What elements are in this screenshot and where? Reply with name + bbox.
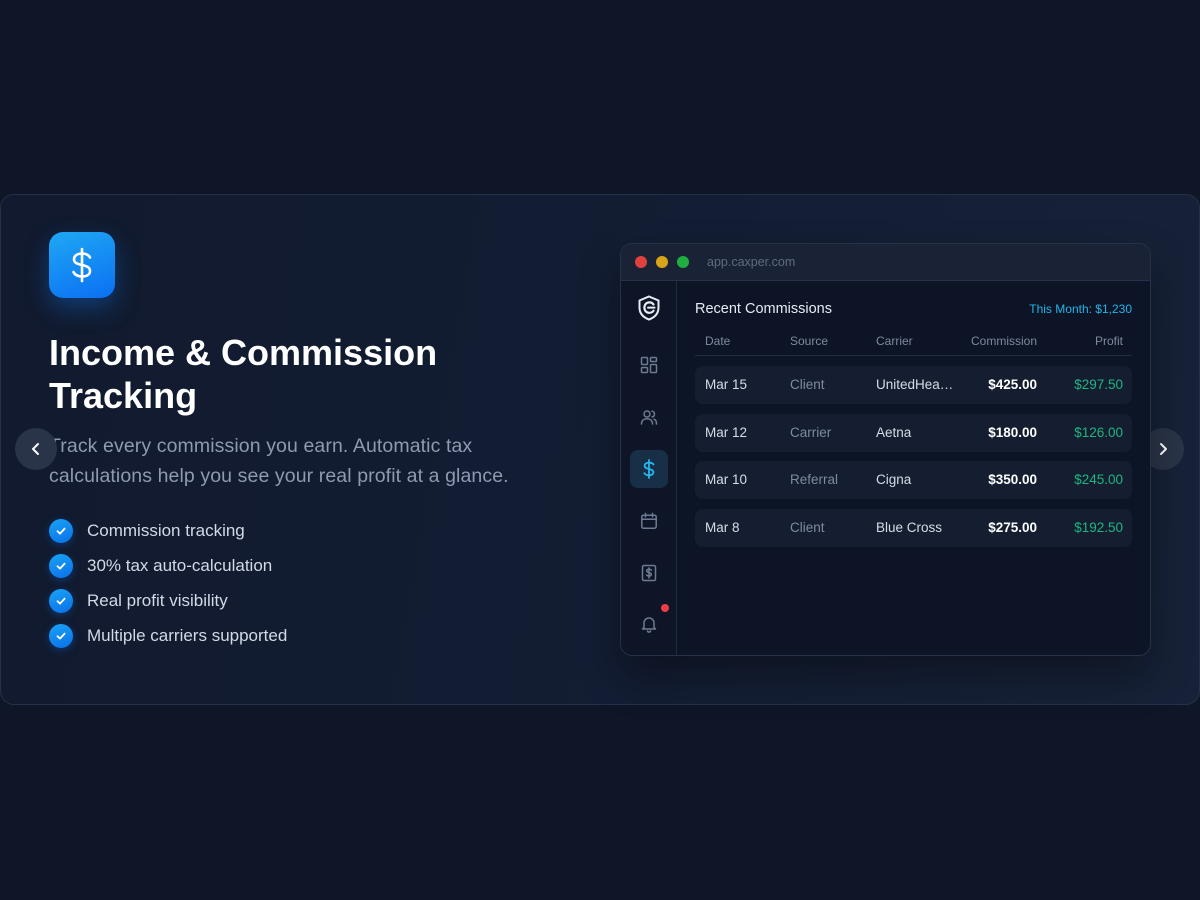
cell-date: Mar 10 bbox=[705, 472, 748, 487]
cell-source: Carrier bbox=[790, 425, 832, 440]
column-header-profit[interactable]: Profit bbox=[1095, 334, 1123, 348]
feature-item: Real profit visibility bbox=[49, 583, 287, 618]
check-icon bbox=[49, 588, 73, 613]
cell-profit: $297.50 bbox=[1074, 377, 1123, 392]
browser-mockup: app.caxper.com Recent Commissions This M… bbox=[620, 243, 1151, 656]
table-row[interactable]: Mar 12 Carrier Aetna $180.00 $126.00 bbox=[695, 414, 1132, 452]
feature-item: Commission tracking bbox=[49, 513, 287, 548]
window-maximize-dot[interactable] bbox=[677, 256, 689, 268]
users-icon[interactable] bbox=[630, 398, 668, 436]
logo-icon[interactable] bbox=[630, 289, 668, 327]
notification-badge bbox=[661, 604, 669, 612]
check-icon bbox=[49, 553, 73, 578]
check-icon bbox=[49, 623, 73, 648]
feature-item-label: Multiple carriers supported bbox=[87, 625, 288, 645]
column-header-date[interactable]: Date bbox=[705, 334, 730, 348]
feature-title: Income & Commission Tracking bbox=[49, 332, 438, 416]
feature-list: Commission tracking 30% tax auto-calcula… bbox=[49, 513, 287, 653]
cell-date: Mar 15 bbox=[705, 377, 748, 392]
cell-carrier: Blue Cross bbox=[876, 520, 943, 535]
cell-source: Referral bbox=[790, 472, 839, 487]
dashboard-icon[interactable] bbox=[630, 346, 668, 384]
receipt-icon[interactable] bbox=[630, 554, 668, 592]
panel-header: Recent Commissions This Month: $1,230 bbox=[695, 301, 1132, 317]
feature-item-label: Commission tracking bbox=[87, 520, 245, 540]
feature-description: Track every commission you earn. Automat… bbox=[49, 435, 509, 487]
cell-carrier: Cigna bbox=[876, 472, 912, 487]
cell-profit: $192.50 bbox=[1074, 520, 1123, 535]
check-icon bbox=[49, 518, 73, 543]
feature-item-label: Real profit visibility bbox=[87, 590, 228, 610]
cell-commission: $275.00 bbox=[988, 520, 1037, 535]
table-row[interactable]: Mar 15 Client UnitedHealthcare $425.00 $… bbox=[695, 366, 1132, 404]
panel-title: Recent Commissions bbox=[695, 301, 832, 317]
carousel-prev-button[interactable] bbox=[15, 428, 57, 470]
commissions-panel: Recent Commissions This Month: $1,230 Da… bbox=[677, 281, 1150, 655]
table-row[interactable]: Mar 10 Referral Cigna $350.00 $245.00 bbox=[695, 461, 1132, 499]
cell-source: Client bbox=[790, 377, 825, 392]
cell-commission: $180.00 bbox=[988, 425, 1037, 440]
cell-carrier: Aetna bbox=[876, 425, 912, 440]
calendar-icon[interactable] bbox=[630, 502, 668, 540]
chevron-left-icon bbox=[32, 443, 39, 455]
cell-commission: $350.00 bbox=[988, 472, 1037, 487]
cell-date: Mar 12 bbox=[705, 425, 748, 440]
feature-item: 30% tax auto-calculation bbox=[49, 548, 287, 583]
dollar-icon bbox=[49, 232, 115, 298]
column-header-carrier[interactable]: Carrier bbox=[876, 334, 956, 348]
app-sidebar bbox=[621, 281, 677, 655]
cell-source: Client bbox=[790, 520, 825, 535]
cell-carrier: UnitedHealthcare bbox=[876, 377, 956, 392]
cell-date: Mar 8 bbox=[705, 520, 740, 535]
browser-toolbar: app.caxper.com bbox=[621, 244, 1150, 281]
cell-profit: $245.00 bbox=[1074, 472, 1123, 487]
chevron-right-icon bbox=[1160, 443, 1167, 455]
address-bar[interactable]: app.caxper.com bbox=[707, 255, 795, 269]
window-minimize-dot[interactable] bbox=[656, 256, 668, 268]
window-close-dot[interactable] bbox=[635, 256, 647, 268]
cell-commission: $425.00 bbox=[988, 377, 1037, 392]
table-row[interactable]: Mar 8 Client Blue Cross $275.00 $192.50 bbox=[695, 509, 1132, 547]
app-window: Recent Commissions This Month: $1,230 Da… bbox=[621, 281, 1150, 655]
column-header-source[interactable]: Source bbox=[790, 334, 828, 348]
feature-item-label: 30% tax auto-calculation bbox=[87, 555, 273, 575]
column-header-commission[interactable]: Commission bbox=[971, 334, 1037, 348]
table-header: Date Source Carrier Commission Profit bbox=[695, 334, 1132, 356]
month-summary: This Month: $1,230 bbox=[1029, 302, 1132, 316]
cell-profit: $126.00 bbox=[1074, 425, 1123, 440]
dollar-icon[interactable] bbox=[630, 450, 668, 488]
feature-item: Multiple carriers supported bbox=[49, 618, 287, 653]
